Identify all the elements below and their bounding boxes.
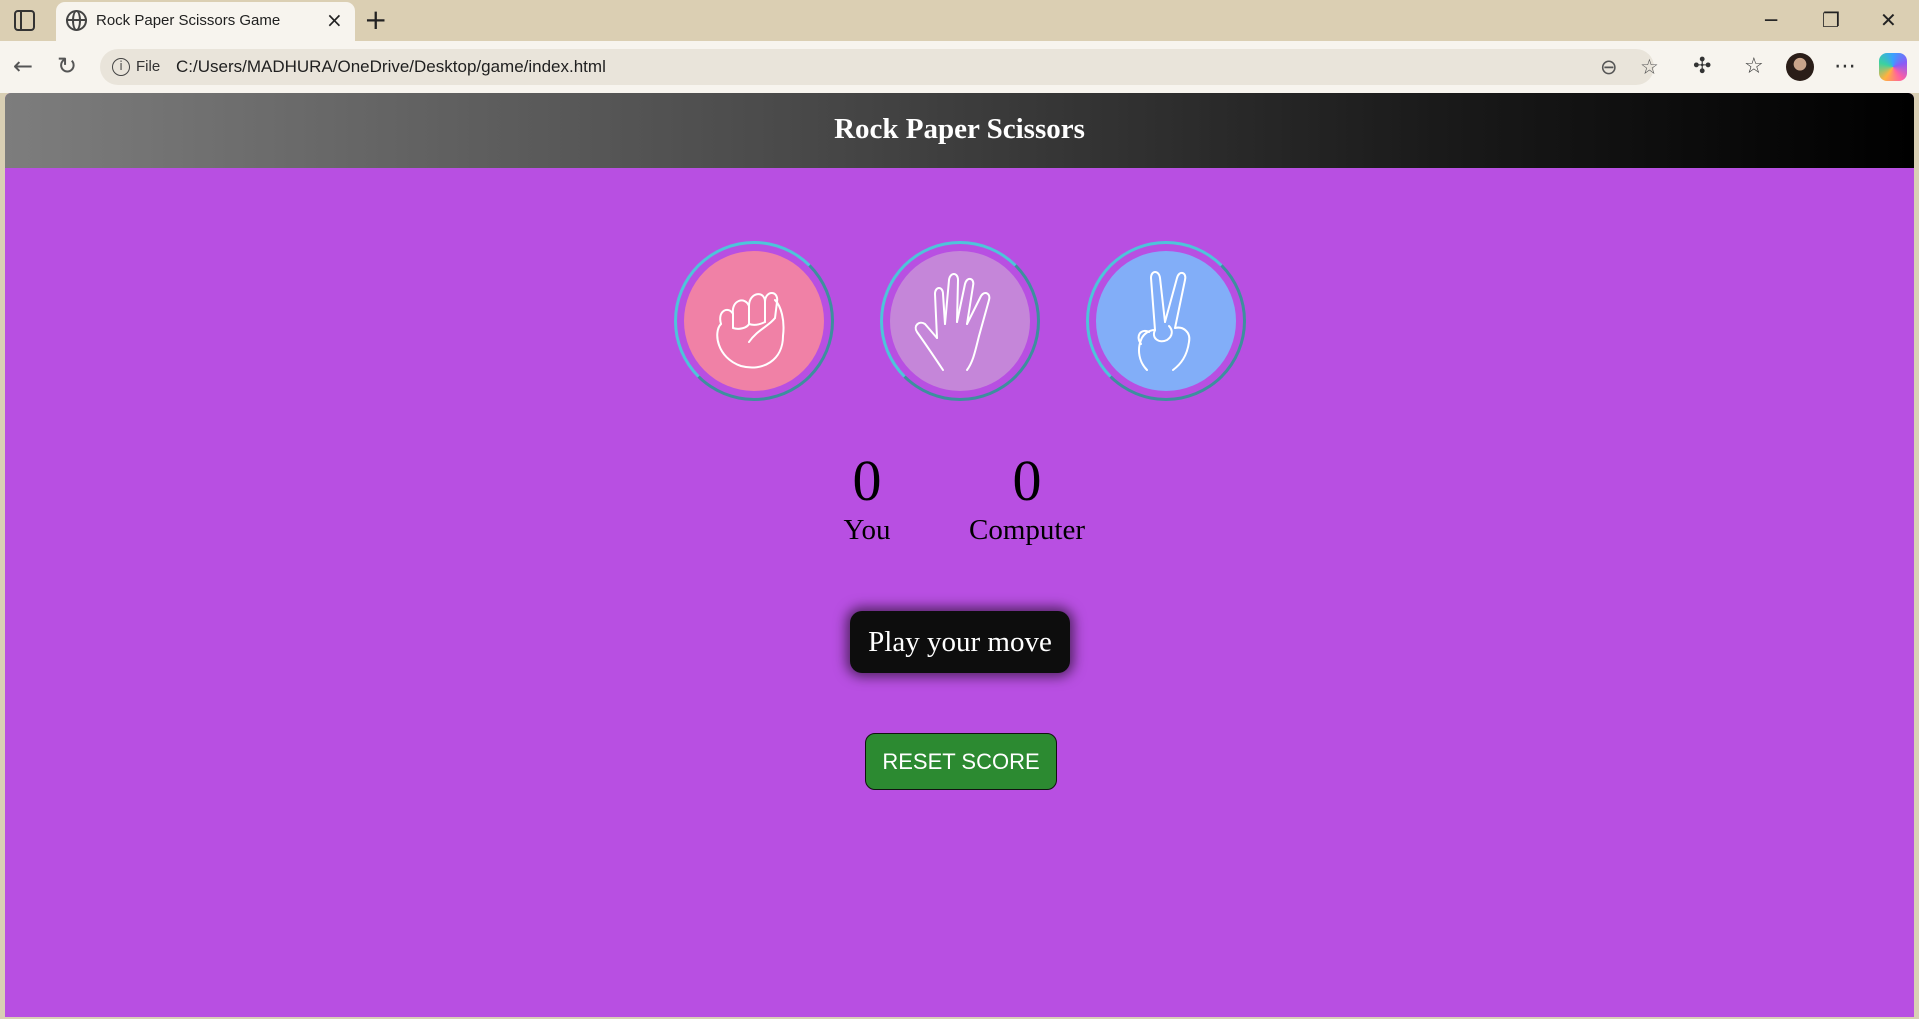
page-title: Rock Paper Scissors <box>834 113 1085 145</box>
fist-icon <box>716 292 785 369</box>
computer-label: Computer <box>969 514 1085 546</box>
minimize-button[interactable]: ─ <box>1765 6 1777 34</box>
back-icon[interactable]: ← <box>13 52 33 80</box>
open-hand-icon <box>914 273 991 371</box>
close-tab-icon[interactable]: × <box>326 9 343 31</box>
computer-score: 0 <box>1012 448 1042 513</box>
message-box: Play your move <box>850 611 1070 673</box>
browser-toolbar: ← ↻ i File C:/Users/MADHURA/OneDrive/Des… <box>0 41 1919 93</box>
page-header: Rock Paper Scissors <box>5 93 1914 168</box>
computer-score-block: 0 Computer <box>947 448 1107 546</box>
user-score: 0 <box>852 448 882 513</box>
close-window-button[interactable]: ✕ <box>1880 6 1897 34</box>
profile-avatar[interactable] <box>1786 53 1814 81</box>
new-tab-button[interactable]: + <box>364 4 387 36</box>
more-icon[interactable]: ⋯ <box>1834 53 1856 81</box>
file-label: File <box>136 58 161 75</box>
extensions-icon[interactable]: ✣ <box>1693 53 1711 81</box>
address-bar[interactable]: i File C:/Users/MADHURA/OneDrive/Desktop… <box>100 49 1659 85</box>
reset-score-button[interactable]: RESET SCORE <box>865 733 1057 790</box>
reload-icon[interactable]: ↻ <box>57 52 77 80</box>
tab-title: Rock Paper Scissors Game <box>96 12 281 29</box>
url-text[interactable]: C:/Users/MADHURA/OneDrive/Desktop/game/i… <box>176 57 606 77</box>
restore-button[interactable]: ❐ <box>1822 6 1840 34</box>
user-score-block: 0 You <box>787 448 947 546</box>
globe-icon <box>66 10 87 31</box>
browser-tab-active[interactable]: Rock Paper Scissors Game × <box>56 2 355 41</box>
tab-strip: Rock Paper Scissors Game × + ─ ❐ ✕ <box>0 0 1919 41</box>
info-icon[interactable]: i <box>112 58 130 76</box>
choice-paper[interactable] <box>880 241 1040 401</box>
sidebar-toggle-icon[interactable] <box>14 10 35 31</box>
copilot-icon[interactable] <box>1879 53 1907 81</box>
choice-rock[interactable] <box>674 241 834 401</box>
choice-scissors[interactable] <box>1086 241 1246 401</box>
favorite-star-icon[interactable]: ☆ <box>1640 54 1659 80</box>
peace-hand-icon <box>1137 271 1191 371</box>
page-viewport: Rock Paper Scissors 0 You 0 Computer Pla… <box>5 93 1914 1017</box>
user-label: You <box>843 514 891 546</box>
zoom-icon[interactable]: ⊖ <box>1600 54 1618 80</box>
favorites-icon[interactable]: ☆ <box>1744 53 1764 81</box>
